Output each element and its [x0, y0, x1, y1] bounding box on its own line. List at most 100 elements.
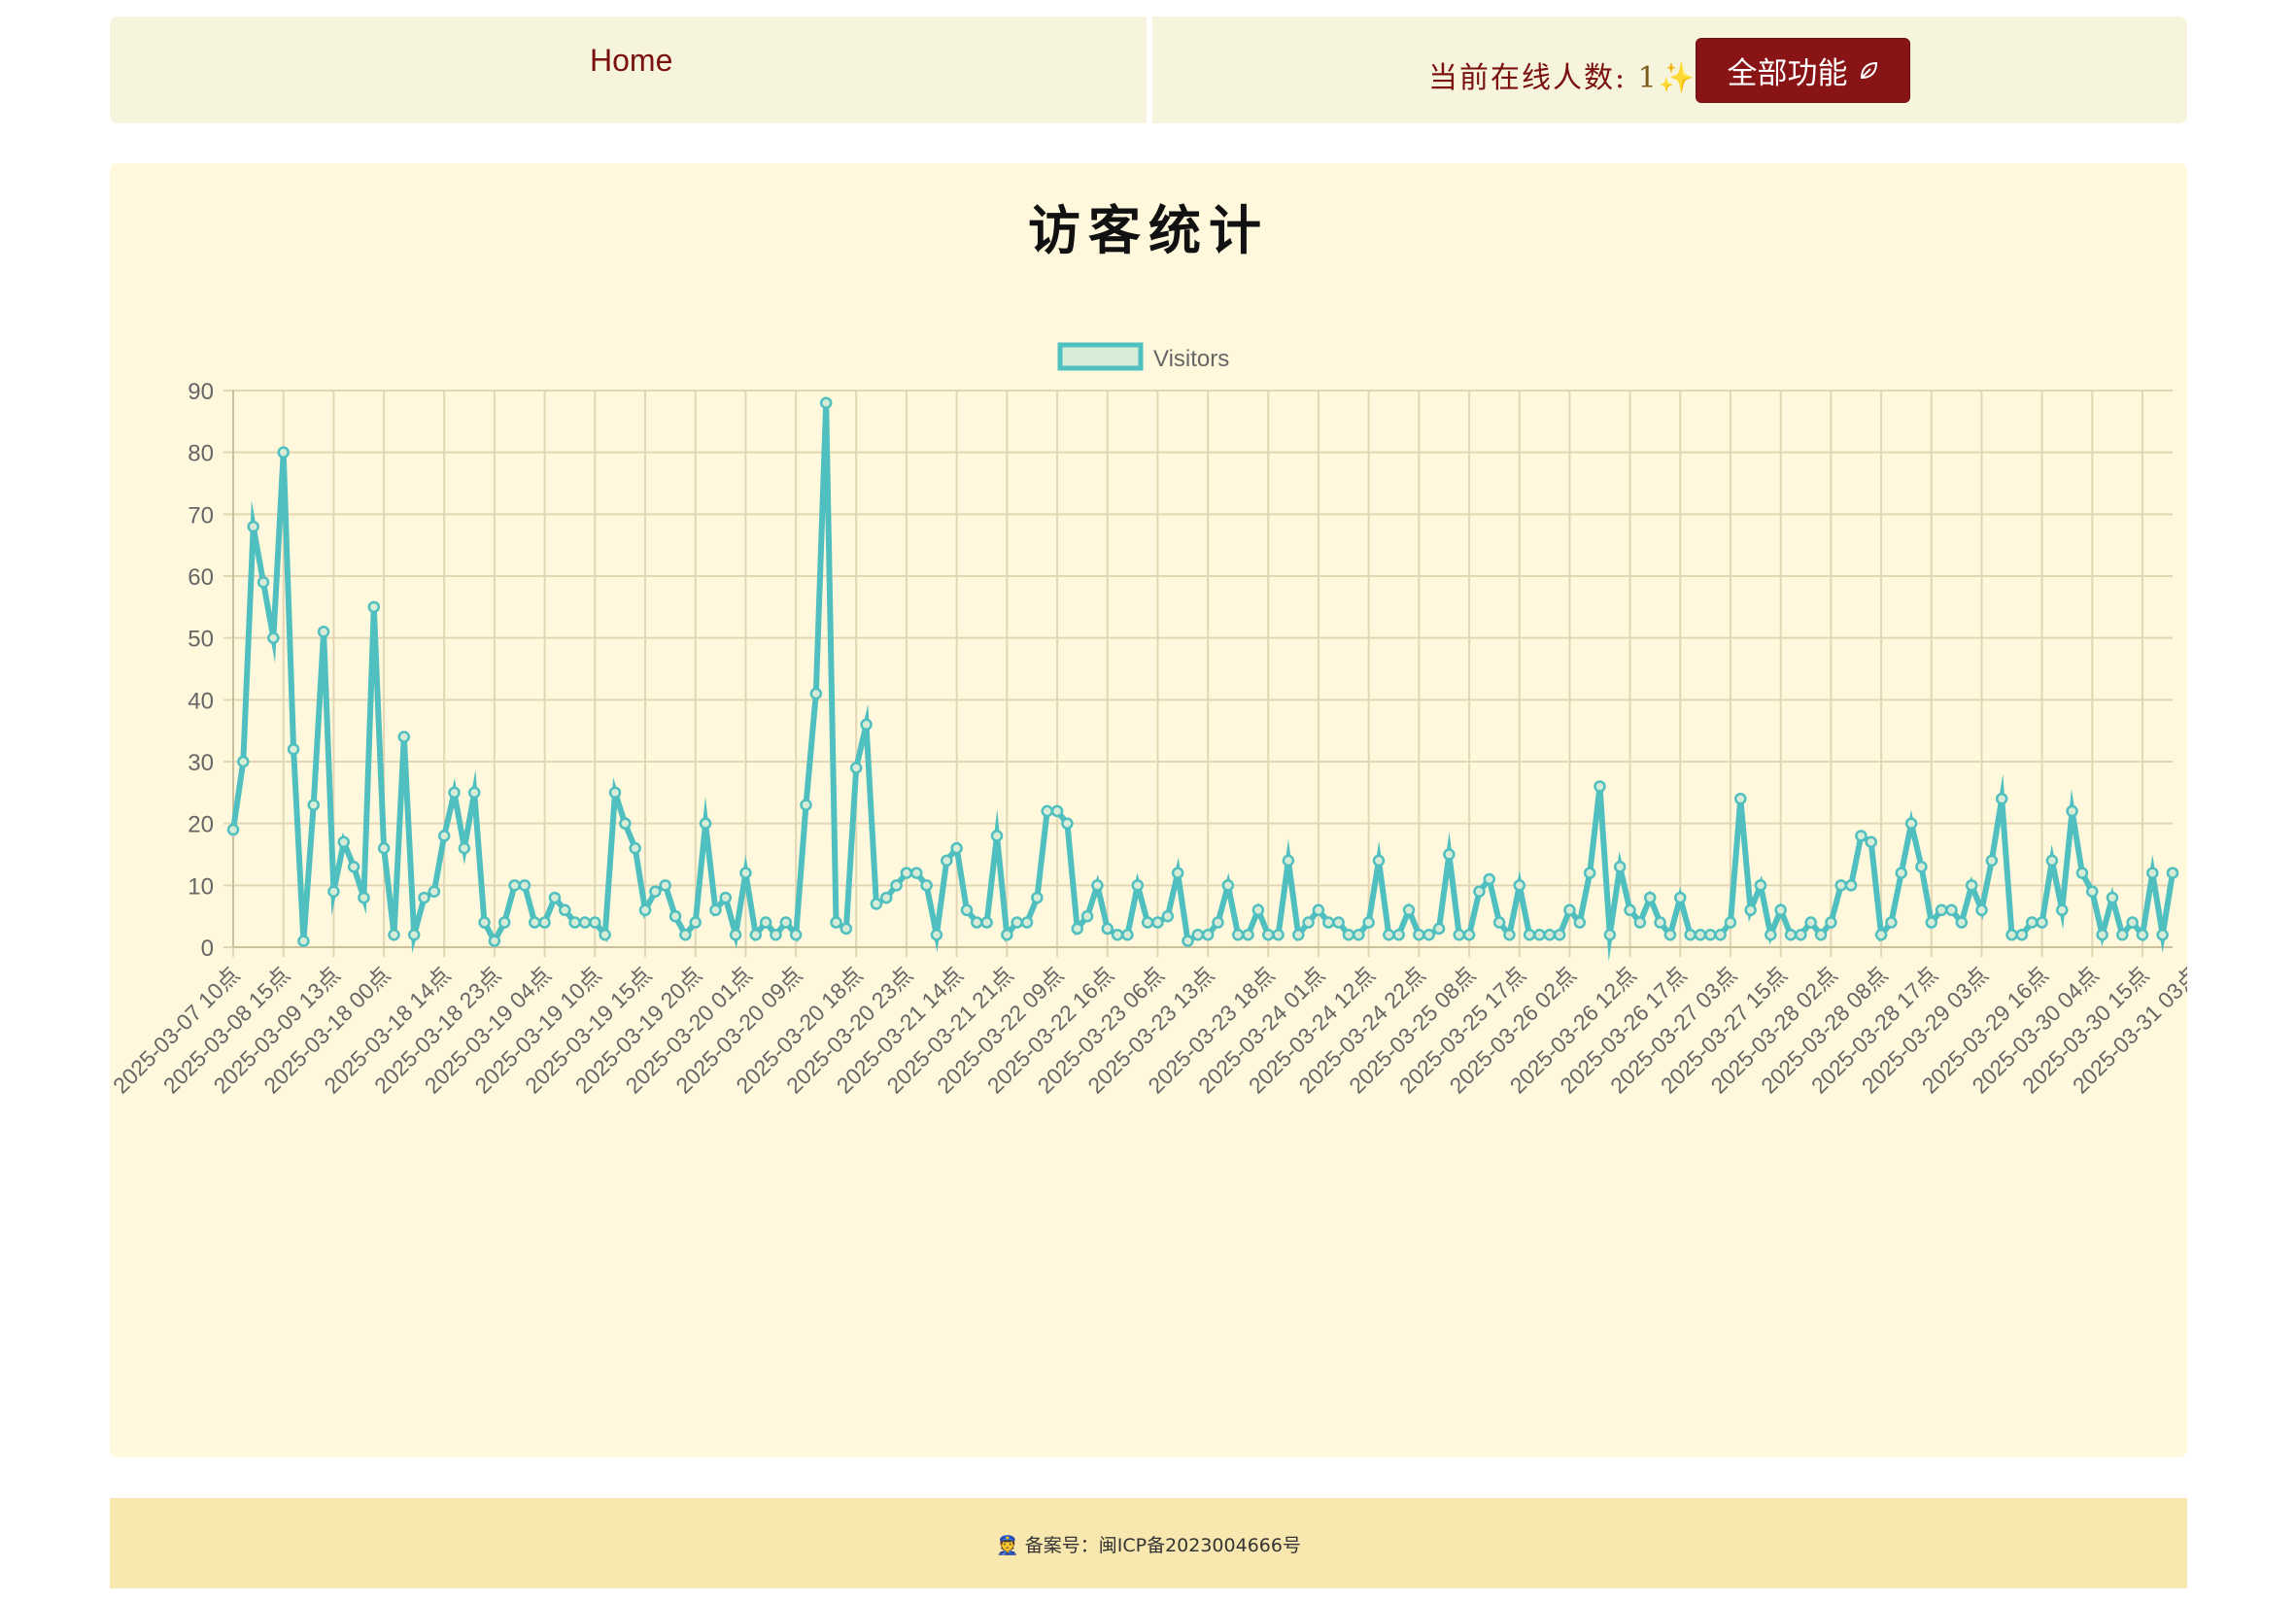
data-point[interactable] — [1201, 929, 1215, 941]
data-point[interactable] — [749, 929, 763, 941]
data-point[interactable] — [770, 929, 782, 941]
data-point[interactable] — [568, 916, 581, 929]
data-point[interactable] — [1050, 804, 1064, 818]
data-point[interactable] — [1513, 879, 1526, 892]
data-point[interactable] — [1141, 916, 1154, 929]
data-point[interactable] — [428, 885, 441, 898]
data-point[interactable] — [1121, 929, 1134, 941]
data-point[interactable] — [518, 879, 531, 892]
data-point[interactable] — [497, 916, 511, 929]
data-point[interactable] — [467, 786, 481, 800]
data-point[interactable] — [1533, 929, 1546, 941]
data-point[interactable] — [1995, 792, 2008, 805]
data-point[interactable] — [1704, 929, 1717, 941]
data-point[interactable] — [1935, 903, 1948, 917]
data-point[interactable] — [920, 879, 933, 892]
data-point[interactable] — [418, 891, 430, 904]
data-point[interactable] — [739, 867, 752, 879]
home-link[interactable]: Home — [590, 43, 672, 79]
data-point[interactable] — [1071, 922, 1083, 936]
data-point[interactable] — [277, 446, 290, 459]
data-point[interactable] — [629, 841, 641, 855]
data-point[interactable] — [2075, 867, 2089, 879]
data-point[interactable] — [1001, 929, 1013, 941]
data-point[interactable] — [930, 929, 943, 941]
data-point[interactable] — [1413, 929, 1425, 941]
data-point[interactable] — [538, 916, 551, 929]
data-point[interactable] — [1985, 854, 1999, 868]
data-point[interactable] — [860, 718, 873, 732]
data-point[interactable] — [578, 916, 592, 929]
data-point[interactable] — [709, 903, 722, 917]
data-point[interactable] — [649, 885, 662, 898]
data-point[interactable] — [1422, 929, 1435, 941]
data-point[interactable] — [1804, 916, 1817, 929]
data-point[interactable] — [1242, 929, 1254, 941]
data-point[interactable] — [508, 879, 521, 892]
data-point[interactable] — [1041, 804, 1053, 818]
data-point[interactable] — [397, 731, 411, 743]
data-point[interactable] — [1503, 929, 1516, 941]
data-point[interactable] — [1011, 916, 1023, 929]
all-features-button[interactable]: 全部功能 — [1696, 38, 1910, 103]
data-point[interactable] — [448, 786, 461, 800]
data-point[interactable] — [819, 396, 833, 409]
data-point[interactable] — [1874, 929, 1888, 941]
data-point[interactable] — [638, 903, 652, 917]
data-point[interactable] — [237, 755, 250, 768]
data-point[interactable] — [2036, 916, 2048, 929]
data-point[interactable] — [458, 841, 471, 855]
data-point[interactable] — [2156, 929, 2169, 941]
data-point[interactable] — [1221, 879, 1235, 892]
data-point[interactable] — [1171, 867, 1184, 879]
data-point[interactable] — [559, 903, 571, 917]
data-point[interactable] — [980, 916, 993, 929]
data-point[interactable] — [1282, 854, 1295, 868]
data-point[interactable] — [619, 817, 632, 830]
data-point[interactable] — [1945, 903, 1958, 917]
data-point[interactable] — [437, 830, 451, 842]
data-point[interactable] — [1402, 903, 1416, 917]
legend-swatch[interactable] — [1057, 342, 1144, 371]
data-point[interactable] — [1633, 916, 1647, 929]
data-point[interactable] — [297, 935, 310, 947]
data-point[interactable] — [1312, 903, 1325, 917]
data-point[interactable] — [1212, 916, 1224, 929]
data-point[interactable] — [347, 860, 360, 873]
data-point[interactable] — [1855, 830, 1868, 842]
data-point[interactable] — [1080, 909, 1094, 923]
data-point[interactable] — [1694, 929, 1707, 941]
data-point[interactable] — [247, 520, 259, 533]
data-point[interactable] — [1161, 909, 1175, 923]
data-point[interactable] — [1654, 916, 1666, 929]
data-point[interactable] — [1182, 935, 1194, 947]
data-point[interactable] — [1383, 929, 1395, 941]
data-point[interactable] — [840, 922, 853, 936]
data-point[interactable] — [1865, 835, 1877, 849]
data-point[interactable] — [1895, 867, 1908, 879]
data-point[interactable] — [689, 916, 702, 929]
data-point[interactable] — [1965, 879, 1978, 892]
data-point[interactable] — [1151, 916, 1164, 929]
data-point[interactable] — [971, 916, 983, 929]
data-point[interactable] — [1342, 929, 1355, 941]
data-point[interactable] — [1372, 854, 1386, 868]
data-point[interactable] — [1975, 903, 1988, 917]
data-point[interactable] — [1191, 929, 1205, 941]
data-point[interactable] — [2015, 929, 2029, 941]
data-point[interactable] — [1734, 792, 1747, 805]
data-point[interactable] — [2146, 867, 2159, 879]
data-point[interactable] — [1583, 867, 1596, 879]
data-point[interactable] — [1231, 929, 1245, 941]
data-point[interactable] — [870, 898, 883, 910]
data-point[interactable] — [1714, 929, 1727, 941]
data-point[interactable] — [1573, 916, 1587, 929]
data-point[interactable] — [2166, 867, 2179, 879]
data-point[interactable] — [1885, 916, 1898, 929]
data-point[interactable] — [1844, 879, 1858, 892]
data-point[interactable] — [759, 916, 772, 929]
data-point[interactable] — [2045, 854, 2059, 868]
data-point[interactable] — [779, 916, 793, 929]
data-point[interactable] — [1673, 891, 1687, 904]
data-point[interactable] — [800, 799, 812, 811]
